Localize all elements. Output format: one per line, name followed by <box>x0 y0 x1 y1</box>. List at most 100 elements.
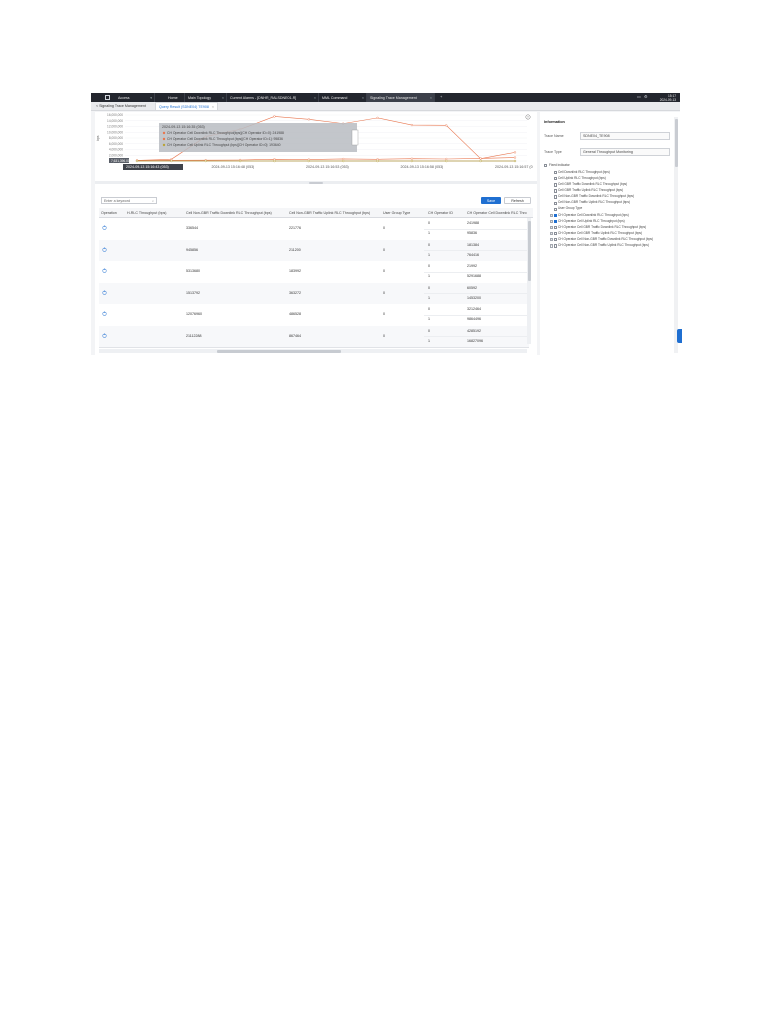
tab-current-alarms[interactable]: Current Alarms - [DNHR_RALSDNE01-R] × <box>227 93 319 102</box>
chart-icon[interactable] <box>102 247 107 252</box>
close-icon[interactable]: × <box>222 96 224 100</box>
indicator-checkbox[interactable] <box>554 232 558 236</box>
trace-type-label: Trace Type <box>544 150 562 154</box>
application-window: Access ▾ Home Main Topology × Current Al… <box>91 93 680 355</box>
fixed-indicator-checkbox[interactable] <box>544 164 548 168</box>
sub-row-divider <box>424 314 529 316</box>
cell-nongbr-dl: 336544 <box>186 226 198 230</box>
back-to-signaling-trace-link[interactable]: < Signaling Trace Management <box>93 102 149 110</box>
indicator-label: CH Operator Cell GBR Traffic Uplink RLC … <box>558 230 643 235</box>
close-icon[interactable]: × <box>430 96 432 100</box>
y-tick-label: 14,000,000 <box>107 119 123 123</box>
column-header[interactable]: H-RLC Throughput (bps) <box>127 208 181 217</box>
tab-mml-command[interactable]: MML Command × <box>319 93 367 102</box>
indicator-checkbox[interactable] <box>554 238 558 242</box>
indicator-checkbox[interactable] <box>554 195 558 199</box>
splitter-grip[interactable] <box>309 181 323 184</box>
sub-row-divider <box>424 336 529 337</box>
tooltip-marker <box>162 137 166 141</box>
close-icon[interactable]: × <box>212 105 214 109</box>
save-button[interactable]: Save <box>481 197 501 204</box>
y-tick-label: 2,000,000 <box>109 153 123 157</box>
column-header[interactable]: Cell Non-GBR Traffic Downlink RLC Throug… <box>186 208 284 217</box>
indicator-label: CH Operator Cell Downlink RLC Throughput… <box>558 212 629 217</box>
floating-side-tab[interactable] <box>677 329 682 343</box>
trace-name-label: Trace Name <box>544 134 564 138</box>
scroll-thumb[interactable] <box>527 221 531 281</box>
tab-access[interactable]: Access ▾ <box>115 93 155 102</box>
table-row[interactable]: 12076960 486528 0 0 1 3212464 9864496 <box>99 304 529 327</box>
table-row[interactable]: 5313680 183992 0 0 1 21992 5291688 <box>99 261 529 284</box>
table-row[interactable]: 336544 221776 0 0 1 241988 95836 <box>99 218 529 241</box>
search-icon[interactable]: ⌕ <box>152 199 154 203</box>
cell-ch-operator-id: 0 <box>428 307 430 311</box>
x-tick-label: 2024-09-13 15:16:48 (053) <box>212 165 255 169</box>
tooltip-scrollbar <box>351 129 359 146</box>
indicator-checkbox[interactable] <box>554 171 558 175</box>
data-point <box>307 159 310 163</box>
indicator-checkbox[interactable] <box>554 244 558 248</box>
scroll-thumb[interactable] <box>674 119 678 167</box>
cell-ch-operator-id: 1 <box>428 317 430 321</box>
column-header[interactable]: User Group Type <box>383 208 423 217</box>
window-icon[interactable]: ▭ <box>637 95 641 99</box>
panel-splitter[interactable] <box>95 181 537 184</box>
chart-icon[interactable] <box>102 225 107 230</box>
chart-icon[interactable] <box>102 290 107 295</box>
close-icon[interactable]: × <box>314 96 316 100</box>
subtab-label: Query Result (SDNE04) TE908 <box>159 104 209 109</box>
search-placeholder: Enter a keyword <box>104 198 130 203</box>
app-menu-icon[interactable] <box>105 95 110 100</box>
column-header[interactable]: CH Operator ID <box>428 208 462 217</box>
tooltip-line: CH Operator Cell Uplink RLC Throughput (… <box>167 143 281 147</box>
search-input[interactable]: Enter a keyword ⌕ <box>101 197 157 204</box>
collapse-icon[interactable]: - <box>550 219 554 224</box>
sub-tab-bar: < Signaling Trace Management Query Resul… <box>91 102 680 111</box>
x-tick-label: 2024-09-13 15:16:53 (053) <box>306 165 349 169</box>
data-point <box>307 118 310 121</box>
collapse-icon[interactable]: - <box>550 225 554 230</box>
indicator-checkbox[interactable] <box>554 219 558 224</box>
tab-signaling-trace-management[interactable]: Signaling Trace Management × <box>367 93 435 102</box>
scroll-thumb[interactable] <box>217 349 341 353</box>
indicator-checkbox[interactable] <box>554 201 558 205</box>
chart-icon[interactable] <box>102 333 107 338</box>
collapse-icon[interactable]: - <box>550 244 554 248</box>
vertical-scrollbar[interactable] <box>527 218 531 344</box>
refresh-button[interactable]: Refresh <box>504 197 531 204</box>
chevron-down-icon[interactable]: ▾ <box>150 96 152 100</box>
column-header[interactable]: Cell Non-GBR Traffic Uplink RLC Throughp… <box>289 208 379 217</box>
settings-icon[interactable]: ⚙ <box>644 95 648 99</box>
table-row[interactable]: 21112288 867464 0 0 1 4285192 16827096 <box>99 325 529 348</box>
collapse-icon[interactable]: - <box>550 213 554 218</box>
tab-query-result[interactable]: Query Result (SDNE04) TE908 × <box>155 102 218 110</box>
chart-icon[interactable] <box>102 311 107 316</box>
close-icon[interactable]: × <box>362 96 364 100</box>
indicator-checkbox[interactable] <box>554 225 558 230</box>
indicator-checkbox[interactable] <box>554 189 558 193</box>
collapse-icon[interactable]: - <box>550 238 554 242</box>
add-tab-icon[interactable]: + <box>440 95 444 99</box>
data-point <box>410 159 414 163</box>
indicator-checkbox[interactable] <box>554 183 558 187</box>
column-header[interactable]: CH Operator Cell Downlink RLC Thro <box>467 208 529 217</box>
cell-nongbr-ul: 221776 <box>289 226 301 230</box>
tab-label: Access <box>118 95 130 100</box>
table-row[interactable]: 945856 211200 0 0 1 181384 764416 <box>99 239 529 262</box>
collapse-icon[interactable]: - <box>550 232 554 236</box>
indicator-checkbox[interactable] <box>554 177 558 181</box>
tab-label: Current Alarms - [DNHR_RALSDNE01-R] <box>230 95 297 100</box>
table-row[interactable]: 1513792 363272 0 0 1 60592 1453200 <box>99 282 529 305</box>
tab-main-topology[interactable]: Main Topology × <box>185 93 227 102</box>
horizontal-scrollbar[interactable] <box>99 349 527 353</box>
tab-home[interactable]: Home <box>165 93 185 102</box>
data-point <box>204 159 207 163</box>
indicator-checkbox[interactable] <box>554 207 558 211</box>
vertical-scrollbar[interactable] <box>674 117 678 353</box>
throughput-line-chart[interactable]: 16,000,000 14,000,000 12,000,00010,000,000… <box>95 112 537 178</box>
chart-icon[interactable] <box>102 268 107 273</box>
column-header[interactable]: Operation <box>101 208 123 217</box>
trace-type-field: Trace Type General Throughput Monitoring <box>544 148 672 156</box>
indicator-checkbox[interactable] <box>554 213 558 218</box>
cell-ch-operator-id: 0 <box>428 328 430 333</box>
